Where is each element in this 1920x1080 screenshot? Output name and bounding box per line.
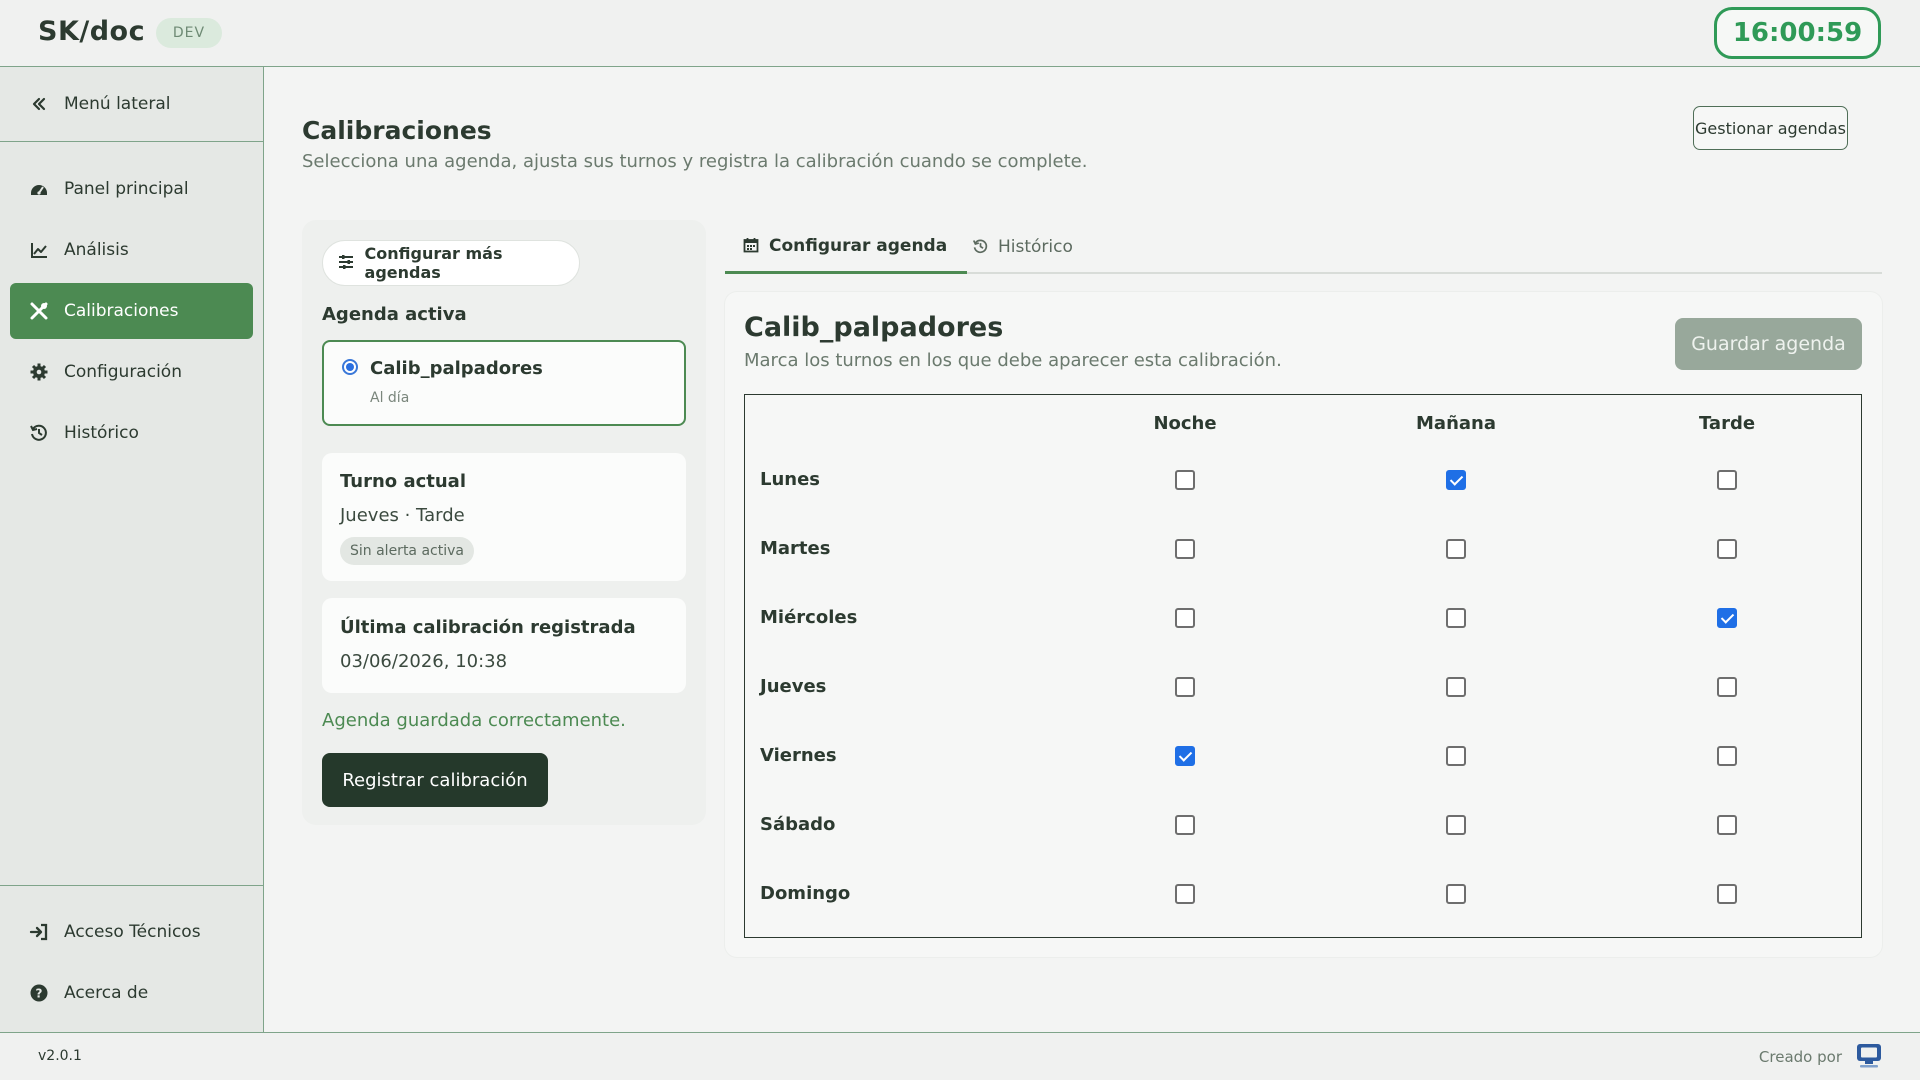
shift-grid: Noche Mañana Tarde Lunes Martes Miércole…	[744, 394, 1862, 938]
shift-checkbox[interactable]	[1175, 608, 1195, 628]
sidebar-item-calibraciones[interactable]: Calibraciones	[10, 283, 253, 339]
sidebar-item-label: Panel principal	[64, 179, 189, 199]
shift-checkbox[interactable]	[1175, 884, 1195, 904]
shift-checkbox[interactable]	[1446, 539, 1466, 559]
agenda-name: Calib_palpadores	[370, 358, 543, 379]
shift-checkbox[interactable]	[1717, 746, 1737, 766]
page-title: Calibraciones	[302, 116, 492, 145]
row-label-domingo: Domingo	[760, 883, 851, 904]
manage-agendas-button[interactable]: Gestionar agendas	[1693, 106, 1848, 150]
question-icon: ?	[28, 982, 50, 1004]
tab-label: Configurar agenda	[769, 235, 948, 256]
agenda-status: Al día	[370, 390, 410, 406]
sidebar-item-analisis[interactable]: Análisis	[10, 222, 253, 278]
last-calibration-card: Última calibración registrada 03/06/2026…	[322, 598, 686, 693]
sidebar-toggle[interactable]: Menú lateral	[0, 67, 263, 142]
svg-text:?: ?	[36, 987, 43, 1001]
current-shift-value: Jueves · Tarde	[340, 505, 465, 526]
configure-more-agendas-button[interactable]: Configurar más agendas	[322, 240, 580, 286]
column-header: Noche	[1153, 413, 1217, 434]
created-by-label: Creado por	[1758, 1048, 1842, 1066]
schedule-title: Calib_palpadores	[744, 312, 1004, 343]
app-version: v2.0.1	[38, 1048, 82, 1064]
gear-icon	[28, 361, 50, 383]
page-subtitle: Selecciona una agenda, ajusta sus turnos…	[302, 151, 1088, 172]
shift-checkbox[interactable]	[1717, 677, 1737, 697]
tab-label: Histórico	[998, 237, 1073, 257]
tab-configurar-agenda[interactable]: Configurar agenda	[725, 220, 968, 274]
row-label-martes: Martes	[760, 538, 831, 559]
row-label-sabado: Sábado	[760, 814, 836, 835]
shift-checkbox[interactable]	[1446, 746, 1466, 766]
column-header: Tarde	[1698, 413, 1756, 434]
save-agenda-button[interactable]: Guardar agenda	[1675, 318, 1862, 370]
current-shift-card: Turno actual Jueves · Tarde Sin alerta a…	[322, 453, 686, 581]
footer: v2.0.1 Creado por	[0, 1032, 1920, 1080]
sidebar-item-acerca-de[interactable]: ? Acerca de	[10, 965, 253, 1021]
sidebar-item-historico[interactable]: Histórico	[10, 405, 253, 461]
shift-checkbox[interactable]	[1175, 539, 1195, 559]
shift-checkbox[interactable]	[1175, 746, 1195, 766]
active-agenda-label: Agenda activa	[322, 304, 467, 325]
last-calibration-title: Última calibración registrada	[340, 617, 636, 638]
configure-more-label: Configurar más agendas	[364, 244, 503, 282]
shift-checkbox[interactable]	[1175, 470, 1195, 490]
chart-line-icon	[28, 239, 50, 261]
sidebar: Menú lateral Panel principal Análisis Ca…	[0, 67, 264, 1032]
shift-checkbox[interactable]	[1717, 539, 1737, 559]
sidebar-item-panel-principal[interactable]: Panel principal	[10, 161, 253, 217]
shift-checkbox[interactable]	[1446, 608, 1466, 628]
schedule-subtitle: Marca los turnos en los que debe aparece…	[744, 350, 1282, 371]
column-header: Mañana	[1416, 413, 1496, 434]
current-shift-title: Turno actual	[340, 471, 466, 492]
history-icon	[972, 238, 990, 256]
shift-checkbox[interactable]	[1175, 677, 1195, 697]
double-chevron-left-icon	[28, 93, 50, 115]
sidebar-item-label: Histórico	[64, 423, 139, 443]
sidebar-toggle-label: Menú lateral	[64, 94, 171, 114]
row-label-lunes: Lunes	[760, 469, 821, 490]
row-label-viernes: Viernes	[760, 745, 837, 766]
schedule-panel: Calib_palpadores Marca los turnos en los…	[725, 292, 1882, 957]
tools-icon	[28, 300, 50, 322]
shift-checkbox[interactable]	[1717, 608, 1737, 628]
sidebar-item-label: Acceso Técnicos	[64, 922, 201, 942]
saved-message: Agenda guardada correctamente.	[322, 710, 626, 731]
app-brand: SK/doc	[38, 16, 146, 47]
sidebar-item-label: Análisis	[64, 240, 129, 260]
register-calibration-button[interactable]: Registrar calibración	[322, 753, 548, 807]
tab-bar: Configurar agenda Histórico	[725, 220, 1882, 274]
shift-checkbox[interactable]	[1446, 677, 1466, 697]
sidebar-item-acceso-tecnicos[interactable]: Acceso Técnicos	[10, 904, 253, 960]
top-bar: SK/doc DEV 16:00:59	[0, 0, 1920, 67]
shift-checkbox[interactable]	[1717, 815, 1737, 835]
tab-historico[interactable]: Histórico	[962, 220, 1083, 274]
sidebar-item-label: Acerca de	[64, 983, 149, 1003]
agenda-option[interactable]: Calib_palpadores Al día	[322, 340, 686, 426]
sidebar-item-label: Configuración	[64, 362, 182, 382]
shift-checkbox[interactable]	[1446, 470, 1466, 490]
shift-checkbox[interactable]	[1175, 815, 1195, 835]
sidebar-item-label: Calibraciones	[64, 301, 179, 321]
history-icon	[28, 422, 50, 444]
env-badge: DEV	[156, 18, 222, 48]
calendar-icon	[743, 237, 761, 255]
shift-checkbox[interactable]	[1717, 470, 1737, 490]
dashboard-icon	[28, 178, 50, 200]
shift-checkbox[interactable]	[1717, 884, 1737, 904]
agenda-radio[interactable]	[342, 359, 358, 375]
last-calibration-value: 03/06/2026, 10:38	[340, 651, 508, 672]
sidebar-item-configuracion[interactable]: Configuración	[10, 344, 253, 400]
clock-display: 16:00:59	[1714, 7, 1881, 59]
sign-in-icon	[28, 921, 50, 943]
shift-checkbox[interactable]	[1446, 884, 1466, 904]
monitor-logo-icon[interactable]	[1854, 1041, 1884, 1071]
row-label-miercoles: Miércoles	[760, 607, 858, 628]
row-label-jueves: Jueves	[760, 676, 827, 697]
sliders-icon	[337, 253, 357, 273]
alert-status-badge: Sin alerta activa	[340, 537, 474, 565]
agenda-panel: Configurar más agendas Agenda activa Cal…	[302, 220, 706, 825]
shift-checkbox[interactable]	[1446, 815, 1466, 835]
sidebar-bottom: Acceso Técnicos ? Acerca de	[0, 885, 263, 1032]
